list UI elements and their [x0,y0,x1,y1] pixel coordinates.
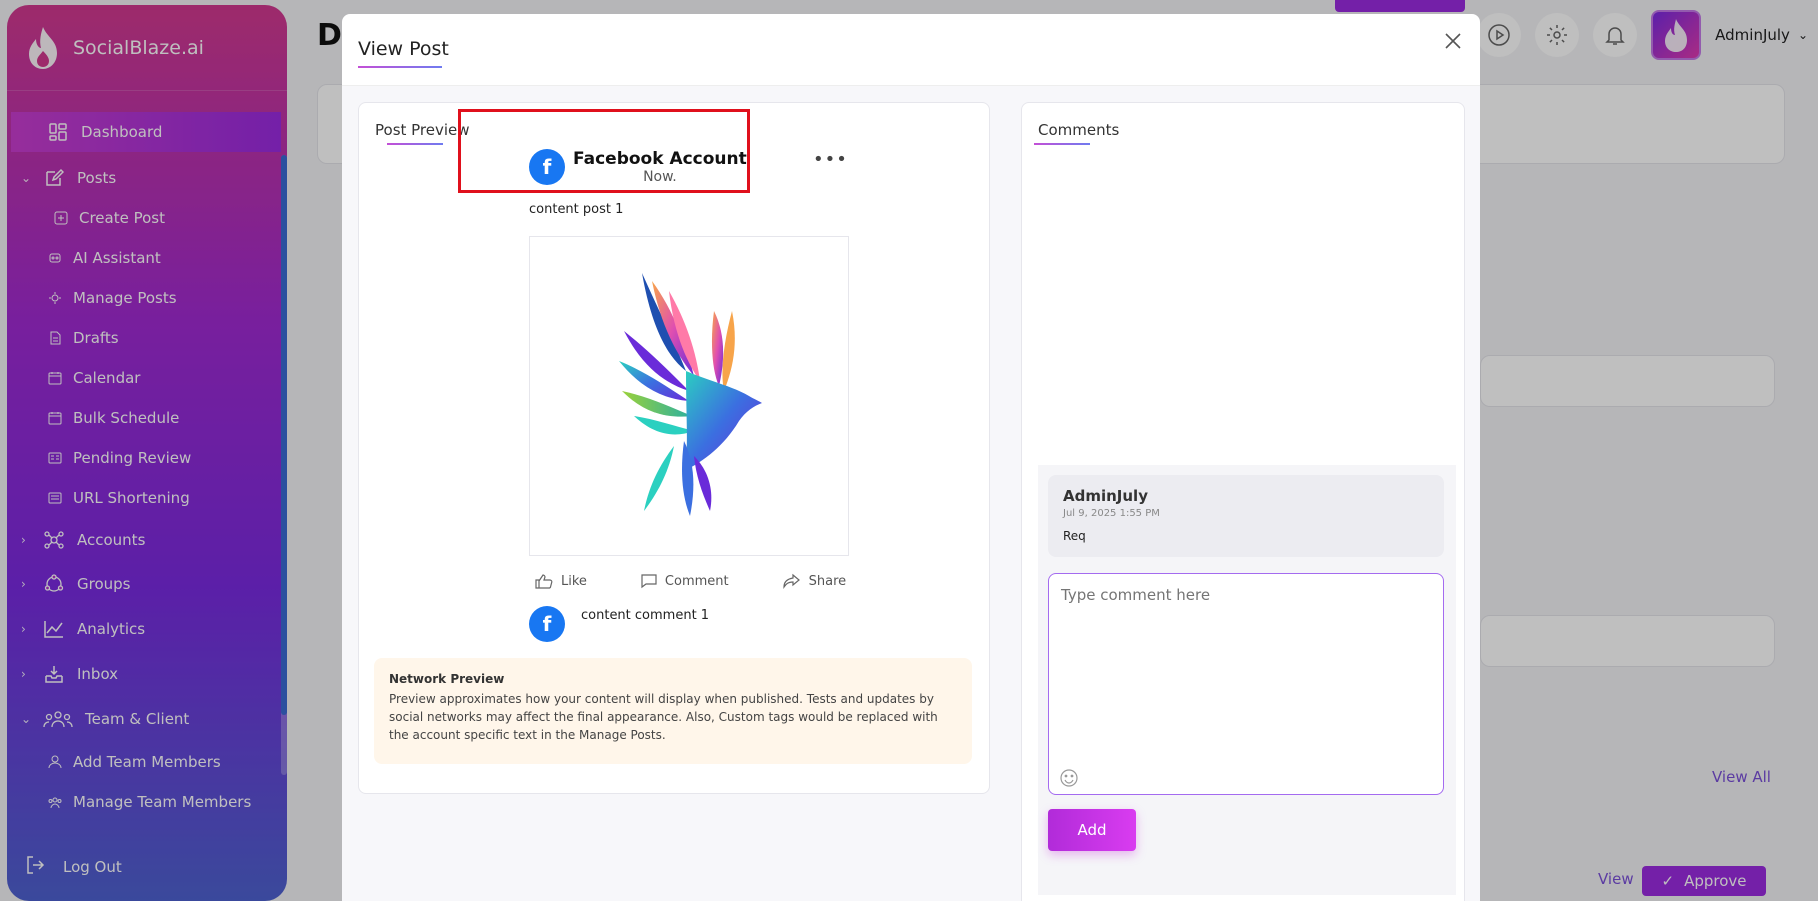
title-underline [387,143,443,145]
modal-title: View Post [358,38,449,60]
post-preview-title: Post Preview [375,121,470,139]
modal-header: View Post [342,14,1480,86]
comments-list: AdminJuly Jul 9, 2025 1:55 PM Req Add [1038,465,1456,895]
comment-input[interactable] [1048,573,1444,795]
thumbs-up-icon [535,574,553,589]
bird-logo-image [619,273,762,516]
title-underline [358,66,442,68]
preview-comment-text: content comment 1 [581,608,710,623]
post-preview-panel: Post Preview f Facebook Account Now. •••… [358,102,990,794]
account-name: Facebook Account [573,149,747,169]
facebook-icon: f [529,606,565,642]
close-icon [1445,33,1461,49]
comment-button[interactable]: Comment [641,573,729,589]
facebook-icon: f [529,149,565,185]
post-actions: Like Comment Share [535,573,900,589]
comment-item: AdminJuly Jul 9, 2025 1:55 PM Req [1048,475,1444,557]
modal-body: Post Preview f Facebook Account Now. •••… [342,86,1480,901]
add-comment-button[interactable]: Add [1048,809,1136,851]
like-label: Like [561,573,587,589]
preview-comment: f content comment 1 [529,606,709,642]
view-post-modal: View Post Post Preview f Facebook Accoun… [342,14,1480,901]
more-options-icon[interactable]: ••• [813,149,848,170]
comment-text: Req [1063,529,1086,543]
like-button[interactable]: Like [535,573,587,589]
post-text: content post 1 [529,202,624,217]
network-preview-title: Network Preview [389,672,505,686]
network-preview-notice: Network Preview Preview approximates how… [374,658,972,764]
comments-panel: Comments AdminJuly Jul 9, 2025 1:55 PM R… [1021,102,1465,901]
title-underline [1034,143,1090,145]
network-preview-body: Preview approximates how your content wi… [389,692,938,742]
close-button[interactable] [1436,24,1470,58]
post-image [529,236,849,556]
share-icon [783,573,800,589]
comment-date: Jul 9, 2025 1:55 PM [1063,508,1160,519]
account-header: f Facebook Account Now. [529,149,747,185]
comment-label: Comment [664,573,729,589]
account-time: Now. [643,169,677,185]
comment-author: AdminJuly [1063,487,1148,505]
comments-title: Comments [1038,121,1120,139]
comment-icon [641,574,657,589]
emoji-icon[interactable] [1060,769,1078,787]
share-button[interactable]: Share [783,573,847,589]
share-label: Share [808,573,847,589]
